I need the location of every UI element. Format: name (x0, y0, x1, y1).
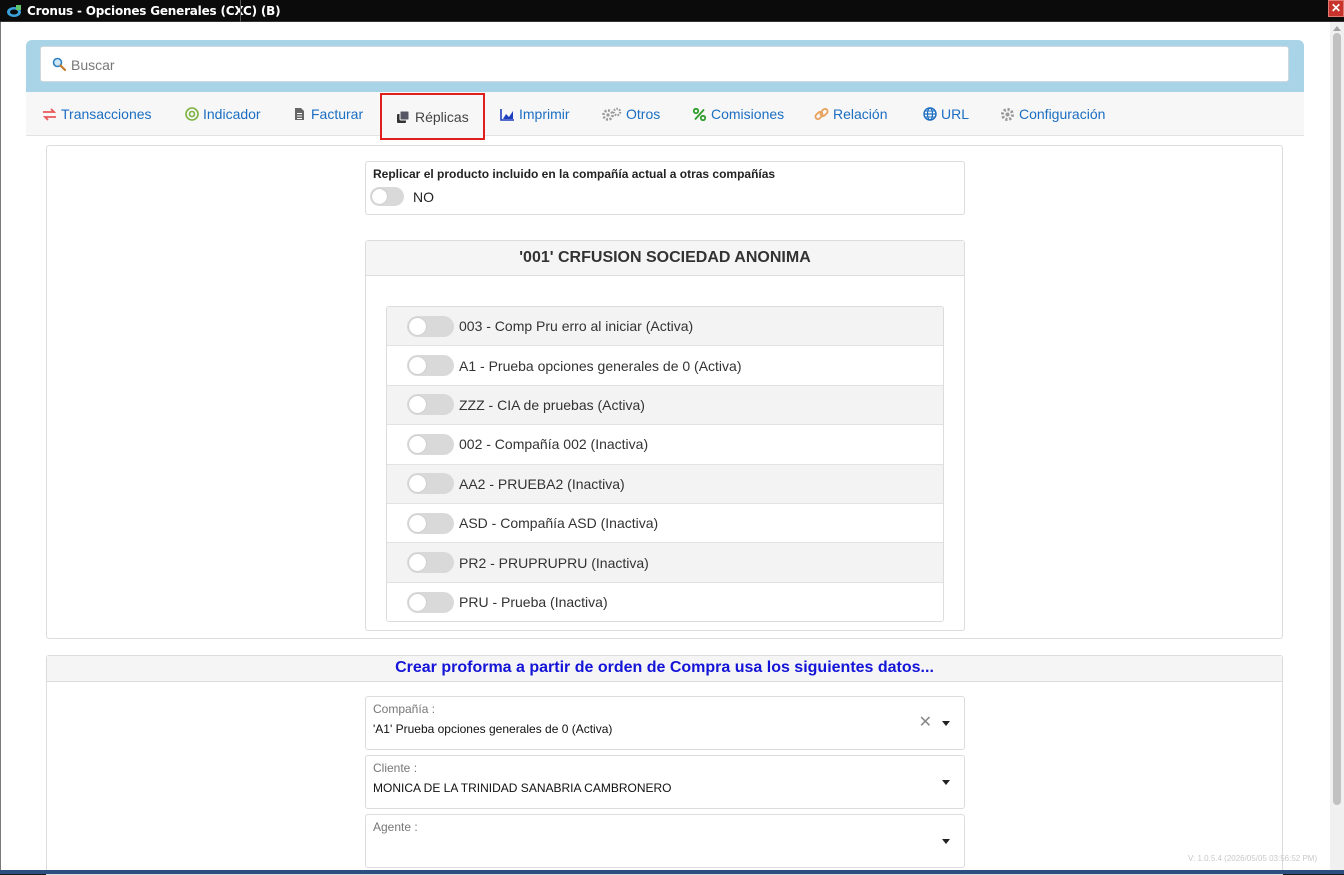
list-item: ASD - Compañía ASD (Inactiva) (387, 504, 943, 544)
company-label: PR2 - PRUPRUPRU (Inactiva) (459, 554, 649, 571)
tab-label: Facturar (311, 106, 364, 122)
proforma-header: Crear proforma a partir de orden de Comp… (47, 656, 1282, 682)
list-item: A1 - Prueba opciones generales de 0 (Act… (387, 346, 943, 386)
field-label: Agente : (373, 820, 418, 834)
window-title: Cronus - Opciones Generales (CXC) (B) (27, 4, 281, 18)
title-separator (240, 0, 241, 22)
company-toggle[interactable] (407, 315, 454, 337)
company-header: '001' CRFUSION SOCIEDAD ANONIMA (366, 241, 964, 276)
document-icon (292, 107, 307, 122)
client-select[interactable]: Cliente : MONICA DE LA TRINIDAD SANABRIA… (365, 755, 965, 809)
tab-comisiones[interactable]: Comisiones (692, 92, 784, 136)
tab-label: Indicador (203, 106, 261, 122)
chevron-down-icon[interactable] (942, 780, 950, 785)
tab-label: Imprimir (519, 106, 570, 122)
field-value: 'A1' Prueba opciones generales de 0 (Act… (373, 722, 613, 736)
area-chart-icon (500, 107, 515, 122)
tab-bar: Transacciones Indicador Facturar Réplica… (26, 92, 1304, 140)
title-bar: Cronus - Opciones Generales (CXC) (B) ✕ (0, 0, 1344, 22)
list-item: AA2 - PRUEBA2 (Inactiva) (387, 464, 943, 504)
target-icon (184, 107, 199, 122)
list-item: PR2 - PRUPRUPRU (Inactiva) (387, 543, 943, 583)
search-icon (52, 57, 66, 71)
gear-icon (1000, 107, 1015, 122)
tab-label: Transacciones (61, 106, 152, 122)
chevron-down-icon[interactable] (942, 839, 950, 844)
tab-configuracion[interactable]: Configuración (1000, 92, 1105, 136)
tab-label: Relación (833, 106, 888, 122)
clear-icon[interactable]: ✕ (919, 714, 932, 732)
scroll-up-arrow-icon[interactable] (1333, 26, 1341, 31)
company-label: PRU - Prueba (Inactiva) (459, 594, 608, 611)
tab-transacciones[interactable]: Transacciones (42, 92, 152, 136)
search-box[interactable] (40, 46, 1289, 82)
tab-url[interactable]: URL (922, 92, 969, 136)
replicate-option: Replicar el producto incluido en la comp… (365, 161, 965, 215)
scrollbar-thumb[interactable] (1333, 33, 1341, 805)
tab-label: Réplicas (415, 108, 469, 125)
list-item: 002 - Compañía 002 (Inactiva) (387, 425, 943, 465)
field-label: Cliente : (373, 761, 418, 775)
percent-icon (692, 107, 707, 122)
company-toggle[interactable] (407, 355, 454, 377)
tab-imprimir[interactable]: Imprimir (500, 92, 570, 136)
replicate-value: NO (413, 189, 434, 205)
list-item: ZZZ - CIA de pruebas (Activa) (387, 385, 943, 426)
copy-icon (396, 109, 411, 124)
tab-label: Comisiones (711, 106, 785, 122)
company-list: 003 - Comp Pru erro al iniciar (Activa) … (386, 306, 944, 622)
chevron-down-icon[interactable] (942, 721, 950, 726)
tab-facturar[interactable]: Facturar (292, 92, 363, 136)
link-icon (814, 107, 829, 122)
company-label: ZZZ - CIA de pruebas (Activa) (459, 396, 645, 413)
replicate-label: Replicar el producto incluido en la comp… (373, 167, 776, 181)
tab-relacion[interactable]: Relación (814, 92, 887, 136)
version-label: V: 1.0.5.4 (2026/05/05 03:56:52 PM) (1188, 854, 1318, 863)
globe-icon (922, 107, 937, 122)
close-button[interactable]: ✕ (1328, 0, 1344, 17)
company-label: A1 - Prueba opciones generales de 0 (Act… (459, 357, 742, 374)
company-toggle[interactable] (407, 591, 454, 613)
field-label: Compañía : (373, 702, 436, 716)
app-logo-icon (7, 5, 21, 17)
arrows-exchange-icon (42, 107, 57, 122)
company-toggle[interactable] (407, 552, 454, 574)
replicate-toggle[interactable] (370, 187, 404, 206)
tab-label: Configuración (1019, 106, 1106, 122)
company-label: AA2 - PRUEBA2 (Inactiva) (459, 475, 625, 492)
window-bottom-edge (0, 870, 1344, 874)
tab-label: URL (941, 106, 970, 122)
company-label: ASD - Compañía ASD (Inactiva) (459, 515, 659, 532)
tab-label: Otros (626, 106, 661, 122)
field-value: MONICA DE LA TRINIDAD SANABRIA CAMBRONER… (373, 781, 672, 795)
tab-indicador[interactable]: Indicador (184, 92, 261, 136)
tab-otros[interactable]: Otros (602, 92, 660, 136)
company-toggle[interactable] (407, 433, 454, 455)
search-input[interactable] (71, 54, 1271, 76)
company-toggle[interactable] (407, 512, 454, 534)
list-item: PRU - Prueba (Inactiva) (387, 583, 943, 621)
company-label: 003 - Comp Pru erro al iniciar (Activa) (459, 318, 694, 335)
agent-select[interactable]: Agente : (365, 814, 965, 868)
company-label: 002 - Compañía 002 (Inactiva) (459, 436, 649, 453)
company-toggle[interactable] (407, 394, 454, 416)
gears-icon (602, 107, 622, 122)
company-toggle[interactable] (407, 473, 454, 495)
company-select[interactable]: Compañía : 'A1' Prueba opciones generale… (365, 696, 965, 750)
list-item: 003 - Comp Pru erro al iniciar (Activa) (387, 307, 943, 347)
tab-replicas[interactable]: Réplicas (380, 93, 485, 140)
